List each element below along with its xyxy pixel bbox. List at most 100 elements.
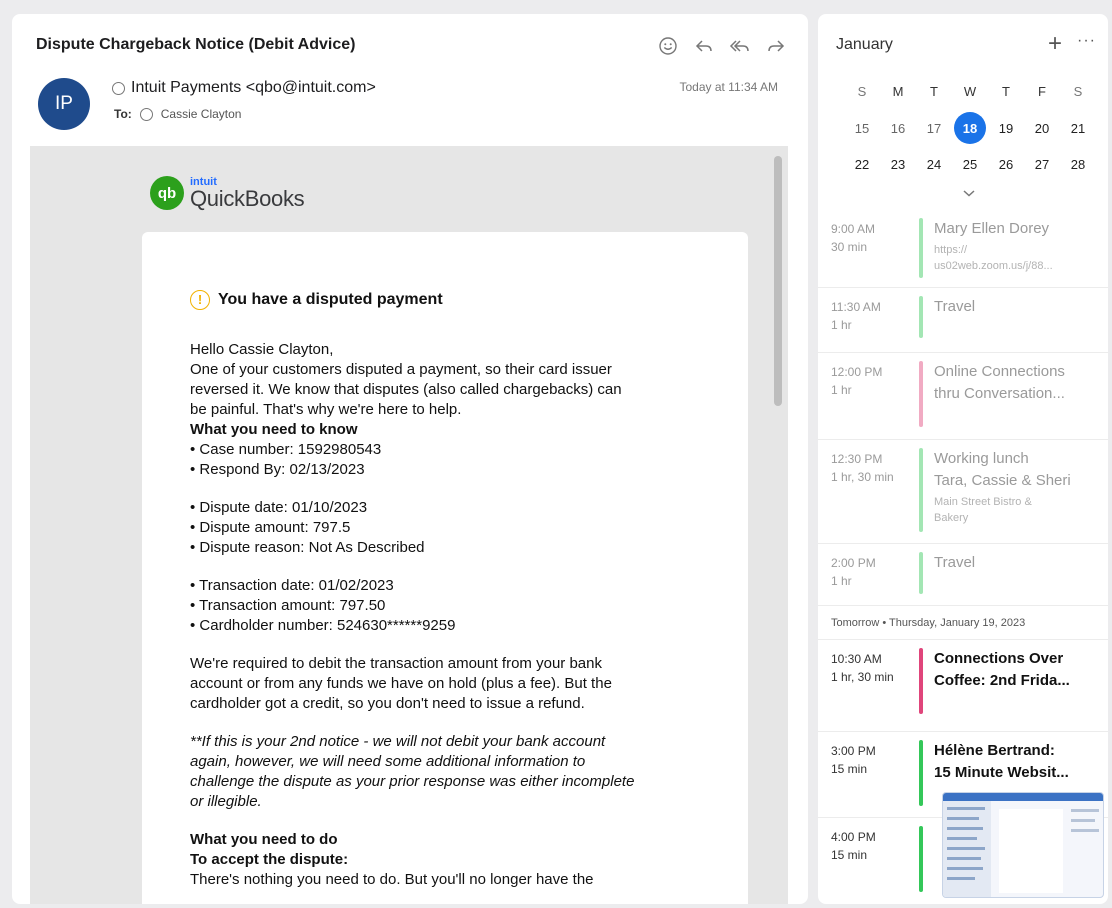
event-time: 9:00 AM xyxy=(831,222,876,236)
notice-line: again, however, we will need some additi… xyxy=(190,753,586,770)
agenda-event[interactable]: 11:30 AM 1 hr Travel xyxy=(818,288,1108,353)
event-duration: 1 hr xyxy=(831,574,852,588)
chevron-down-icon[interactable] xyxy=(962,186,976,201)
calendar-day[interactable]: 23 xyxy=(880,150,916,178)
reply-icon[interactable] xyxy=(692,34,716,58)
weekday-label: T xyxy=(930,84,938,99)
reply-all-icon[interactable] xyxy=(728,34,752,58)
debit-line: cardholder got a credit, so you don't ne… xyxy=(190,695,585,712)
tomorrow-header: Tomorrow • Thursday, January 19, 2023 xyxy=(818,606,1108,640)
event-time: 12:00 PM xyxy=(831,365,883,379)
event-duration: 1 hr, 30 min xyxy=(831,670,894,684)
weekday-label: M xyxy=(892,84,904,99)
sender-name[interactable]: Intuit Payments <qbo@intuit.com> xyxy=(131,79,376,97)
plus-icon[interactable]: + xyxy=(1048,30,1062,58)
calendar-day[interactable]: 17 xyxy=(916,114,952,142)
sender-row[interactable]: Intuit Payments <qbo@intuit.com> xyxy=(112,79,376,97)
event-color-bar xyxy=(919,648,923,714)
calendar-day[interactable]: 28 xyxy=(1060,150,1096,178)
body-scrollbar[interactable] xyxy=(774,156,782,406)
event-title-line: thru Conversation... xyxy=(934,385,1065,402)
event-title-line: 15 Minute Websit... xyxy=(934,764,1069,781)
dispute-date: • Dispute date: 01/10/2023 xyxy=(190,499,368,516)
event-title: Working lunch xyxy=(934,450,1029,467)
recipient-name[interactable]: Cassie Clayton xyxy=(161,107,242,121)
event-title: Connections Over xyxy=(934,650,1064,667)
event-title: Hélène Bertrand: xyxy=(934,742,1055,759)
quickbooks-mark-icon: qb xyxy=(150,176,184,210)
agenda-event[interactable]: 12:00 PM 1 hr Online Connections thru Conv… xyxy=(818,353,1108,440)
event-title: Travel xyxy=(934,554,976,571)
calendar-day[interactable]: 20 xyxy=(1024,114,1060,142)
window-thumbnail[interactable] xyxy=(942,792,1104,898)
agenda-event[interactable]: 10:30 AM 1 hr, 30 min Connections Over Cof… xyxy=(818,640,1108,732)
event-time: 4:00 PM xyxy=(831,830,876,844)
intro-line: One of your customers disputed a payment… xyxy=(190,361,612,378)
calendar-day[interactable]: 25 xyxy=(952,150,988,178)
accept-heading: To accept the dispute: xyxy=(190,851,349,868)
event-title-line: Tara, Cassie & Sheri xyxy=(934,472,1071,489)
agenda-event[interactable]: 12:30 PM 1 hr, 30 min Working lunch Tara, … xyxy=(818,440,1108,544)
quickbooks-wordmark: QuickBooks xyxy=(190,185,305,211)
intro-line: be painful. That's why we're here to hel… xyxy=(190,401,462,418)
do-heading: What you need to do xyxy=(190,831,338,848)
event-location: https:// xyxy=(934,244,968,256)
event-color-bar xyxy=(919,448,923,532)
alert-title: You have a disputed payment xyxy=(218,291,443,308)
sender-avatar[interactable]: IP xyxy=(38,78,90,130)
event-location: Main Street Bistro & xyxy=(934,496,1032,508)
smiley-icon[interactable] xyxy=(656,34,680,58)
message-body[interactable]: qb intuit QuickBooks ! You have a disput… xyxy=(30,146,788,904)
event-time: 10:30 AM xyxy=(831,652,882,666)
transaction-date: • Transaction date: 01/02/2023 xyxy=(190,577,394,594)
weekday-label: S xyxy=(1073,84,1083,99)
event-duration: 1 hr, 30 min xyxy=(831,470,894,484)
event-time: 3:00 PM xyxy=(831,744,876,758)
message-actions xyxy=(656,34,788,58)
calendar-day[interactable]: 15 xyxy=(844,114,880,142)
warning-icon: ! xyxy=(190,290,210,310)
cardholder-number: • Cardholder number: 524630******9259 xyxy=(190,617,456,634)
event-time: 11:30 AM xyxy=(831,300,881,314)
email-card: ! You have a disputed payment Hello Cass… xyxy=(142,232,748,904)
event-color-bar xyxy=(919,740,923,806)
calendar-day[interactable]: 27 xyxy=(1024,150,1060,178)
event-location: Bakery xyxy=(934,512,969,524)
alert-header: ! You have a disputed payment xyxy=(190,290,700,310)
debit-line: We're required to debit the transaction … xyxy=(190,655,602,672)
weekday-label: F xyxy=(1038,84,1046,99)
event-duration: 1 hr xyxy=(831,383,852,397)
event-color-bar xyxy=(919,296,923,338)
agenda-event[interactable]: 9:00 AM 30 min Mary Ellen Dorey https:// u… xyxy=(818,210,1108,288)
today-label: 18 xyxy=(954,112,986,144)
intro-line: reversed it. We know that disputes (also… xyxy=(190,381,622,398)
agenda-event[interactable]: 2:00 PM 1 hr Travel xyxy=(818,544,1108,606)
calendar-day[interactable]: 26 xyxy=(988,150,1024,178)
calendar-pane: January + ··· S M T W T F S 15 16 17 18 … xyxy=(818,14,1108,904)
event-color-bar xyxy=(919,826,923,892)
calendar-day[interactable]: 16 xyxy=(880,114,916,142)
week-row: 22 23 24 25 26 27 28 xyxy=(844,150,1096,178)
calendar-day-today[interactable]: 18 xyxy=(952,112,988,144)
respond-by: • Respond By: 02/13/2023 xyxy=(190,461,365,478)
message-header: Dispute Chargeback Notice (Debit Advice)… xyxy=(12,14,808,144)
forward-icon[interactable] xyxy=(764,34,788,58)
event-color-bar xyxy=(919,361,923,427)
calendar-day[interactable]: 21 xyxy=(1060,114,1096,142)
case-number: • Case number: 1592980543 xyxy=(190,441,382,458)
recipient-row: To: Cassie Clayton xyxy=(114,107,241,121)
event-color-bar xyxy=(919,552,923,594)
more-icon[interactable]: ··· xyxy=(1077,32,1096,50)
calendar-day[interactable]: 24 xyxy=(916,150,952,178)
calendar-month[interactable]: January xyxy=(836,36,893,54)
message-subject: Dispute Chargeback Notice (Debit Advice) xyxy=(36,36,356,53)
weekday-label: W xyxy=(963,84,977,99)
message-date: Today at 11:34 AM xyxy=(679,80,778,94)
calendar-day[interactable]: 22 xyxy=(844,150,880,178)
sender-circle-icon xyxy=(112,81,125,95)
dispute-reason: • Dispute reason: Not As Described xyxy=(190,539,425,556)
event-color-bar xyxy=(919,218,923,278)
calendar-day[interactable]: 19 xyxy=(988,114,1024,142)
weekday-label: T xyxy=(1002,84,1010,99)
week-row: 15 16 17 18 19 20 21 xyxy=(844,112,1096,144)
